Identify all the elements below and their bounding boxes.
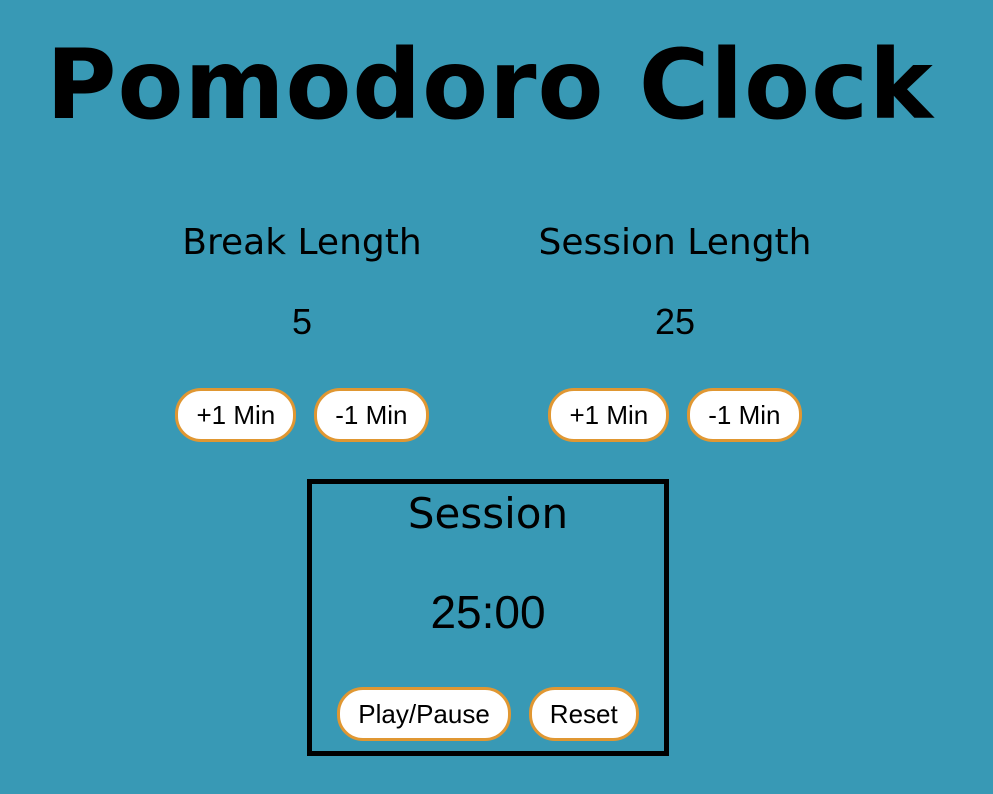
session-length-panel: Session Length 25 +1 Min -1 Min — [505, 220, 845, 442]
break-length-label: Break Length — [182, 222, 422, 263]
timer-controls: Play/Pause Reset — [312, 687, 664, 741]
session-length-label: Session Length — [538, 222, 812, 263]
break-decrement-button[interactable]: -1 Min — [314, 388, 429, 442]
timer-panel: Session 25:00 Play/Pause Reset — [307, 479, 669, 756]
timer-label: Session — [407, 489, 569, 538]
session-decrement-button[interactable]: -1 Min — [687, 388, 802, 442]
session-length-controls: +1 Min -1 Min — [505, 388, 845, 442]
session-increment-button[interactable]: +1 Min — [548, 388, 670, 442]
break-increment-button[interactable]: +1 Min — [175, 388, 297, 442]
timer-display: 25:00 — [430, 586, 546, 638]
break-length-panel: Break Length 5 +1 Min -1 Min — [132, 220, 472, 442]
session-length-value: 25 — [654, 301, 696, 342]
play-pause-button[interactable]: Play/Pause — [337, 687, 511, 741]
reset-button[interactable]: Reset — [528, 687, 639, 741]
page-title: Pomodoro Clock — [46, 29, 934, 141]
break-length-value: 5 — [291, 301, 313, 342]
break-length-controls: +1 Min -1 Min — [132, 388, 472, 442]
